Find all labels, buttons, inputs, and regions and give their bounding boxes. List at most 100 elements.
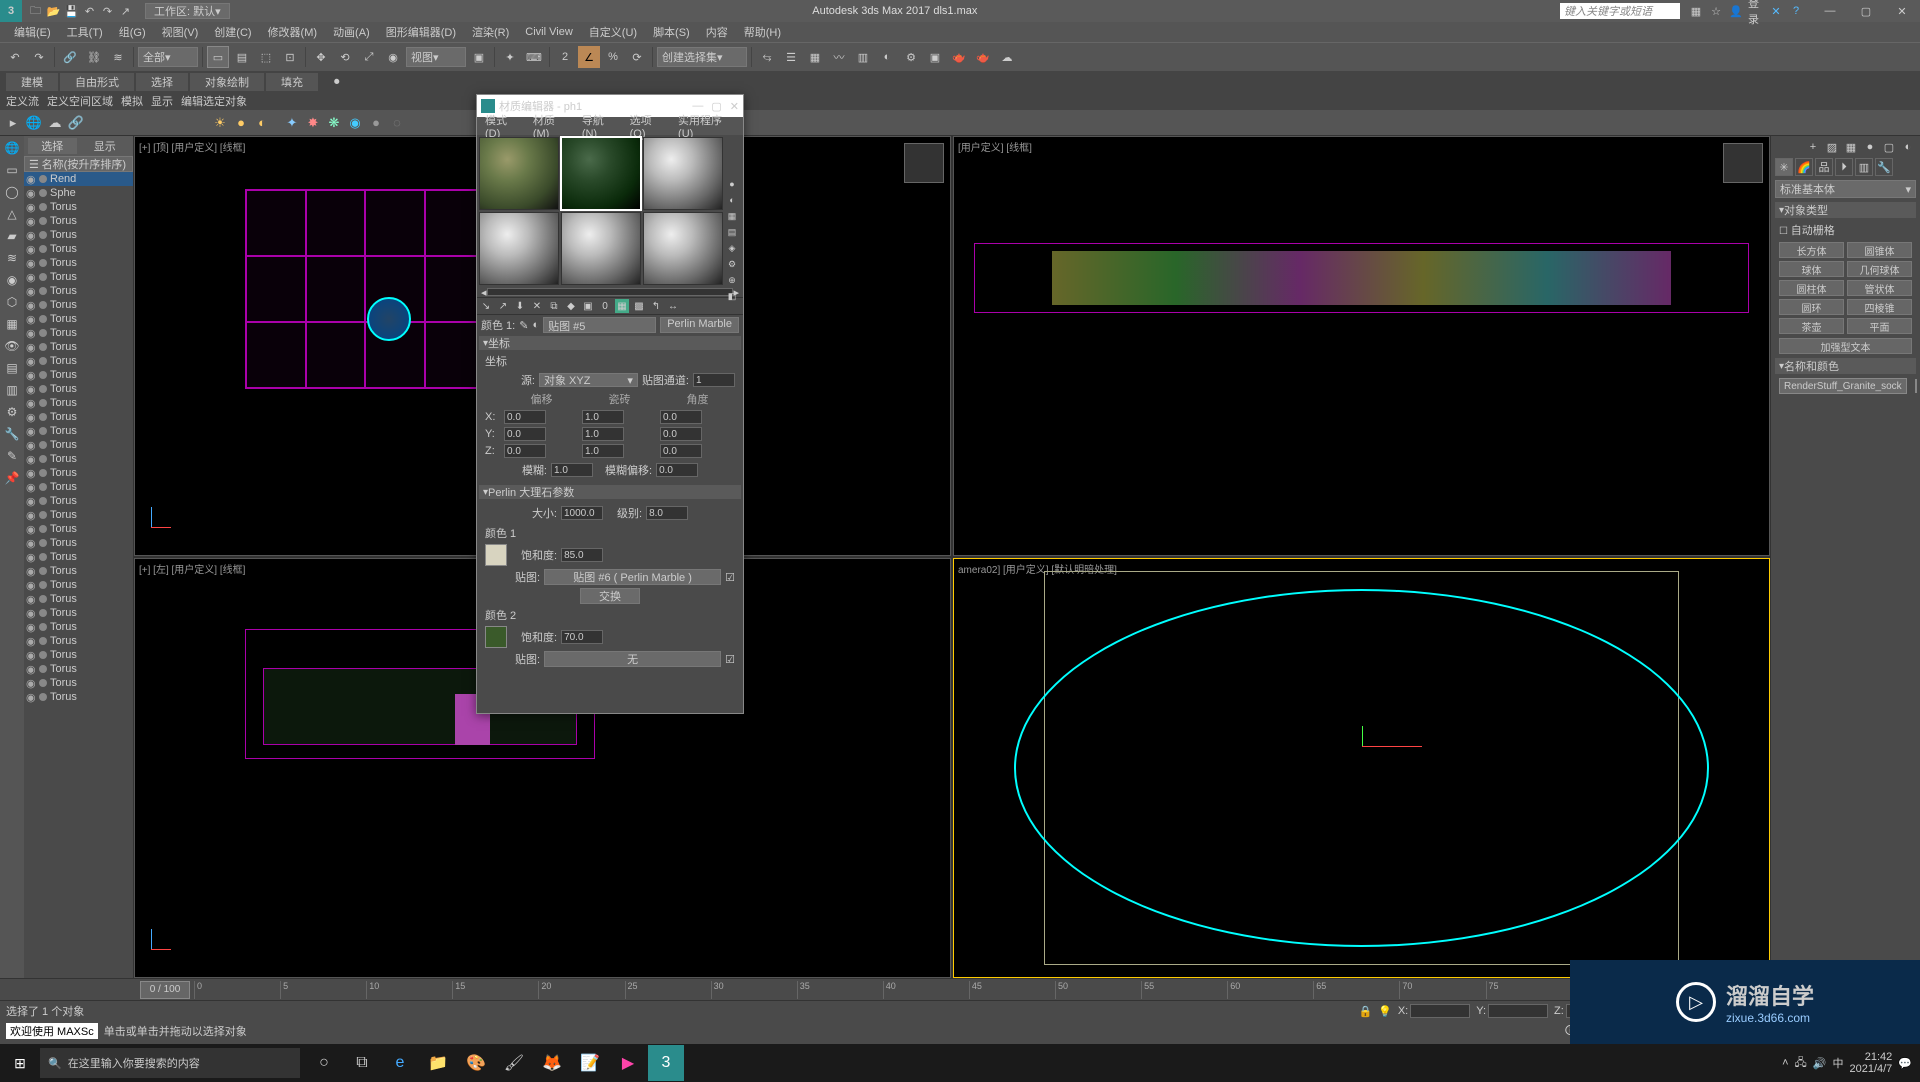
menu-item[interactable]: 动画(A) (325, 24, 378, 40)
scene-row[interactable]: ◉Torus (24, 592, 133, 606)
align-button[interactable]: ☰ (780, 46, 802, 68)
shade-icon[interactable]: ▦ (1843, 139, 1859, 155)
save-icon[interactable]: 💾 (64, 4, 79, 19)
visibility-icon[interactable]: ◉ (26, 621, 36, 634)
light-omni-icon[interactable]: ● (232, 114, 250, 132)
visibility-icon[interactable]: ◉ (26, 579, 36, 592)
hierarchy-tab-icon[interactable]: 品 (1815, 158, 1833, 176)
user-icon[interactable]: 👤 (1728, 3, 1744, 19)
scene-row[interactable]: ◉Torus (24, 382, 133, 396)
new-icon[interactable]: 🗀 (28, 4, 43, 19)
edge-icon[interactable]: e (382, 1045, 418, 1081)
help-search[interactable]: 键入关键字或短语 (1560, 3, 1680, 19)
spinner-snap-button[interactable]: ⟳ (626, 46, 648, 68)
video-icon[interactable]: ◈ (725, 241, 739, 255)
render-button[interactable]: 🫖 (948, 46, 970, 68)
scene-row[interactable]: ◉Torus (24, 340, 133, 354)
primitive-button[interactable]: 几何球体 (1847, 261, 1912, 277)
maximize-icon[interactable]: + (1805, 139, 1821, 155)
place-button[interactable]: ◉ (382, 46, 404, 68)
ribbon-tab[interactable]: 对象绘制 (190, 73, 264, 91)
visibility-icon[interactable]: ◉ (26, 369, 36, 382)
sun-icon[interactable]: ☀ (211, 114, 229, 132)
visibility-icon[interactable]: ◉ (26, 383, 36, 396)
viewport-label[interactable]: [+] [顶] [用户定义] [线框] (139, 139, 245, 154)
subbar-item[interactable]: 编辑选定对象 (181, 93, 247, 109)
taskview-icon[interactable]: ⧉ (344, 1045, 380, 1081)
notification-icon[interactable]: 💬 (1898, 1057, 1912, 1070)
visibility-icon[interactable]: ◉ (26, 467, 36, 480)
menu-item[interactable]: 修改器(M) (260, 24, 326, 40)
tile-z[interactable]: 1.0 (582, 444, 624, 458)
time-slider[interactable]: 0 / 100 (140, 981, 190, 999)
menu-item[interactable]: 脚本(S) (645, 24, 698, 40)
transform-gizmo[interactable] (1362, 726, 1422, 766)
bind-button[interactable]: ≋ (107, 46, 129, 68)
menu-item[interactable]: 编辑(E) (6, 24, 59, 40)
visibility-icon[interactable]: ◉ (26, 341, 36, 354)
primitive-button[interactable]: 球体 (1779, 261, 1844, 277)
offset-z[interactable]: 0.0 (504, 444, 546, 458)
close-button[interactable]: ✕ (1884, 0, 1920, 22)
help-icon[interactable]: ? (1788, 3, 1804, 19)
scene-row[interactable]: ◉Torus (24, 648, 133, 662)
visibility-icon[interactable]: ◉ (26, 229, 36, 242)
scene-row[interactable]: ◉Torus (24, 690, 133, 704)
start-button[interactable]: ⊞ (0, 1044, 40, 1082)
minimize-button[interactable]: — (692, 100, 703, 113)
visibility-icon[interactable]: ◉ (26, 201, 36, 214)
tool-icon[interactable]: ⚙ (2, 402, 22, 422)
menu-item[interactable]: 工具(T) (59, 24, 111, 40)
visibility-icon[interactable]: ◉ (26, 187, 36, 200)
enhanced-text-button[interactable]: 加强型文本 (1779, 338, 1912, 354)
angle-z[interactable]: 0.0 (660, 444, 702, 458)
scene-row[interactable]: ◉Torus (24, 508, 133, 522)
visibility-icon[interactable]: ◉ (26, 691, 36, 704)
filter-dropdown[interactable]: 全部 ▾ (138, 47, 198, 67)
app-grid-icon[interactable]: ▦ (1688, 3, 1704, 19)
unique-icon[interactable]: ◆ (564, 299, 578, 313)
scene-row[interactable]: ◉Torus (24, 578, 133, 592)
close-button[interactable]: ✕ (730, 100, 739, 113)
scene-row[interactable]: ◉Torus (24, 256, 133, 270)
tray-expand-icon[interactable]: ˄ (1782, 1057, 1788, 1069)
ribbon-tab[interactable]: 选择 (136, 73, 188, 91)
scene-row[interactable]: ◉Torus (24, 452, 133, 466)
material-slot[interactable] (643, 137, 723, 210)
scene-row[interactable]: ◉Torus (24, 242, 133, 256)
link-button[interactable]: 🔗 (59, 46, 81, 68)
tool-icon[interactable]: ▭ (2, 160, 22, 180)
menu-item[interactable]: 创建(C) (206, 24, 259, 40)
light-icon[interactable]: ◐ (1900, 139, 1916, 155)
maximize-button[interactable]: ▢ (1848, 0, 1884, 22)
options-icon[interactable]: ⚙ (725, 257, 739, 271)
tool-icon[interactable]: ◯ (2, 182, 22, 202)
show-map-icon[interactable]: ▦ (615, 299, 629, 313)
material-slot[interactable] (561, 212, 641, 285)
rollout-header-name-color[interactable]: ▾ 名称和颜色 (1775, 358, 1916, 374)
visibility-icon[interactable]: ◉ (26, 355, 36, 368)
ribbon-tab[interactable]: 建模 (6, 73, 58, 91)
expand-icon[interactable]: ▸ (4, 114, 22, 132)
network-icon[interactable]: 🖧 (1795, 1054, 1807, 1073)
mapchannel-spinner[interactable]: 1 (693, 373, 735, 387)
viewcube[interactable] (1723, 143, 1763, 183)
sample-sphere-icon[interactable]: ● (725, 177, 739, 191)
y-field[interactable] (1488, 1004, 1548, 1018)
viewport-label[interactable]: [用户定义] [线框] (958, 139, 1032, 154)
scene-row[interactable]: ◉Torus (24, 312, 133, 326)
modify-tab-icon[interactable]: 🌈 (1795, 158, 1813, 176)
sat1-spinner[interactable]: 85.0 (561, 548, 603, 562)
open-icon[interactable]: 📂 (46, 4, 61, 19)
volume-icon[interactable]: 🔊 (1813, 1057, 1827, 1070)
tile-y[interactable]: 1.0 (582, 427, 624, 441)
get-material-icon[interactable]: ↘ (479, 299, 493, 313)
tool-icon[interactable]: ⬡ (2, 292, 22, 312)
tool-icon[interactable]: ✎ (2, 446, 22, 466)
scene-row[interactable]: ◉Torus (24, 564, 133, 578)
primitive-button[interactable]: 管状体 (1847, 280, 1912, 296)
primitive-button[interactable]: 圆锥体 (1847, 242, 1912, 258)
visibility-icon[interactable]: ◉ (26, 327, 36, 340)
scene-row[interactable]: ◉Torus (24, 676, 133, 690)
swap-button[interactable]: 交换 (580, 588, 640, 604)
